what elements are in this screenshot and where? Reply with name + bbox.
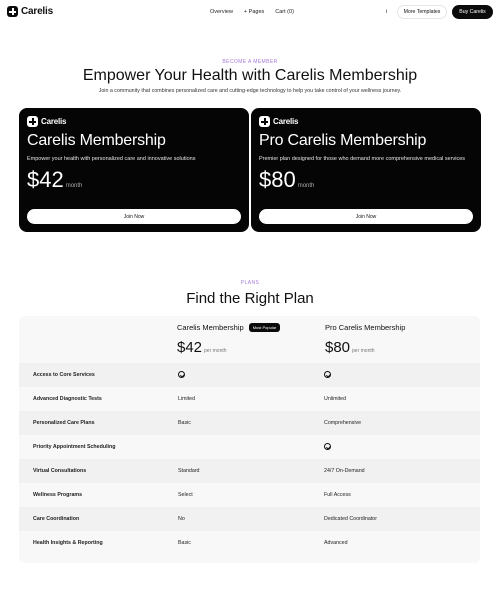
price-amount: $80 bbox=[325, 339, 351, 356]
table-row: Access to Core Services bbox=[19, 363, 480, 387]
plan-price-basic: $42 per month bbox=[177, 339, 227, 356]
feature-value-basic: Basic bbox=[178, 540, 191, 546]
plus-logo-icon bbox=[27, 116, 38, 127]
price-period: month bbox=[65, 183, 83, 189]
check-circle-icon bbox=[178, 371, 185, 381]
card-brand-name: Carelis bbox=[273, 117, 299, 126]
nav-link-overview[interactable]: Overview bbox=[210, 9, 233, 15]
feature-label: Priority Appointment Scheduling bbox=[33, 444, 116, 450]
top-navigation: Carelis Overview + Pages Cart (0) i More… bbox=[0, 0, 500, 26]
feature-value-pro: Unlimited bbox=[324, 396, 347, 402]
feature-value-pro: Comprehensive bbox=[324, 420, 362, 426]
feature-value-basic: Select bbox=[178, 492, 193, 498]
card-price: $42 month bbox=[27, 167, 82, 193]
plan-header-pro: Pro Carelis Membership bbox=[325, 323, 405, 332]
feature-label: Virtual Consultations bbox=[33, 468, 87, 474]
card-title: Carelis Membership bbox=[27, 132, 166, 149]
feature-label: Access to Core Services bbox=[33, 372, 95, 378]
feature-label: Care Coordination bbox=[33, 516, 80, 522]
membership-card-basic: Carelis Carelis Membership Empower your … bbox=[19, 108, 249, 232]
brand-name: Carelis bbox=[21, 6, 53, 17]
feature-label: Health Insights & Reporting bbox=[33, 540, 103, 546]
membership-card-pro: Carelis Pro Carelis Membership Premier p… bbox=[251, 108, 481, 232]
most-popular-badge: Most Popular bbox=[248, 323, 281, 332]
feature-value-pro: Full Access bbox=[324, 492, 351, 498]
nav-links: Overview + Pages Cart (0) bbox=[210, 9, 294, 15]
table-row: Personalized Care Plans Basic Comprehensiv… bbox=[19, 411, 480, 435]
plan-price-pro: $80 per month bbox=[325, 339, 375, 356]
join-now-button[interactable]: Join Now bbox=[27, 209, 241, 224]
table-row: Health Insights & Reporting Basic Advanced bbox=[19, 531, 480, 555]
plan-name: Carelis Membership bbox=[177, 323, 244, 332]
brand-logo[interactable]: Carelis bbox=[7, 6, 53, 17]
feature-value-basic: Limited bbox=[178, 396, 196, 402]
plans-title: Find the Right Plan bbox=[186, 290, 314, 307]
table-row: Advanced Diagnostic Tests Limited Unlimite… bbox=[19, 387, 480, 411]
feature-label: Personalized Care Plans bbox=[33, 420, 95, 426]
join-now-button[interactable]: Join Now bbox=[259, 209, 473, 224]
nav-link-pages[interactable]: + Pages bbox=[244, 9, 264, 15]
price-amount: $42 bbox=[177, 339, 203, 356]
check-circle-icon bbox=[324, 371, 331, 381]
price-amount: $42 bbox=[27, 167, 64, 192]
card-title: Pro Carelis Membership bbox=[259, 132, 427, 149]
feature-value-pro: Dedicated Coordinator bbox=[324, 516, 377, 522]
plan-header-basic: Carelis Membership Most Popular bbox=[177, 323, 281, 332]
buy-button[interactable]: Buy Carelis bbox=[452, 5, 493, 19]
plans-eyebrow: PLANS bbox=[240, 280, 260, 286]
feature-label: Wellness Programs bbox=[33, 492, 83, 498]
card-description: Premier plan designed for those who dema… bbox=[259, 156, 466, 162]
feature-value-basic: Standard bbox=[178, 468, 200, 474]
price-period: month bbox=[297, 183, 315, 189]
plus-logo-icon bbox=[7, 6, 18, 17]
hero-title: Empower Your Health with Carelis Members… bbox=[82, 67, 418, 84]
plus-logo-icon bbox=[259, 116, 270, 127]
plan-name: Pro Carelis Membership bbox=[325, 323, 406, 332]
price-period: per month bbox=[204, 348, 227, 354]
card-description: Empower your health with personalized ca… bbox=[27, 156, 196, 162]
info-icon[interactable]: i bbox=[386, 9, 387, 15]
more-templates-button[interactable]: More Templates bbox=[397, 5, 447, 19]
price-period: per month bbox=[352, 348, 375, 354]
check-circle-icon bbox=[324, 443, 331, 453]
card-price: $80 month bbox=[259, 167, 314, 193]
hero-eyebrow: BECOME A MEMBER bbox=[222, 59, 278, 65]
table-row: Care Coordination No Dedicated Coordinator bbox=[19, 507, 480, 531]
card-brand: Carelis bbox=[27, 116, 66, 127]
card-brand-name: Carelis bbox=[41, 117, 67, 126]
feature-label: Advanced Diagnostic Tests bbox=[33, 396, 102, 402]
price-amount: $80 bbox=[259, 167, 296, 192]
hero-subtitle: Join a community that combines personali… bbox=[98, 88, 402, 94]
feature-value-pro: Advanced bbox=[324, 540, 348, 546]
feature-value-basic: Basic bbox=[178, 420, 191, 426]
feature-value-pro: 24/7 On-Demand bbox=[324, 468, 365, 474]
table-row: Priority Appointment Scheduling bbox=[19, 435, 480, 459]
card-brand: Carelis bbox=[259, 116, 298, 127]
nav-link-cart[interactable]: Cart (0) bbox=[275, 9, 294, 15]
feature-value-basic: No bbox=[178, 516, 185, 522]
table-row: Virtual Consultations Standard 24/7 On-Dem… bbox=[19, 459, 480, 483]
table-row: Wellness Programs Select Full Access bbox=[19, 483, 480, 507]
